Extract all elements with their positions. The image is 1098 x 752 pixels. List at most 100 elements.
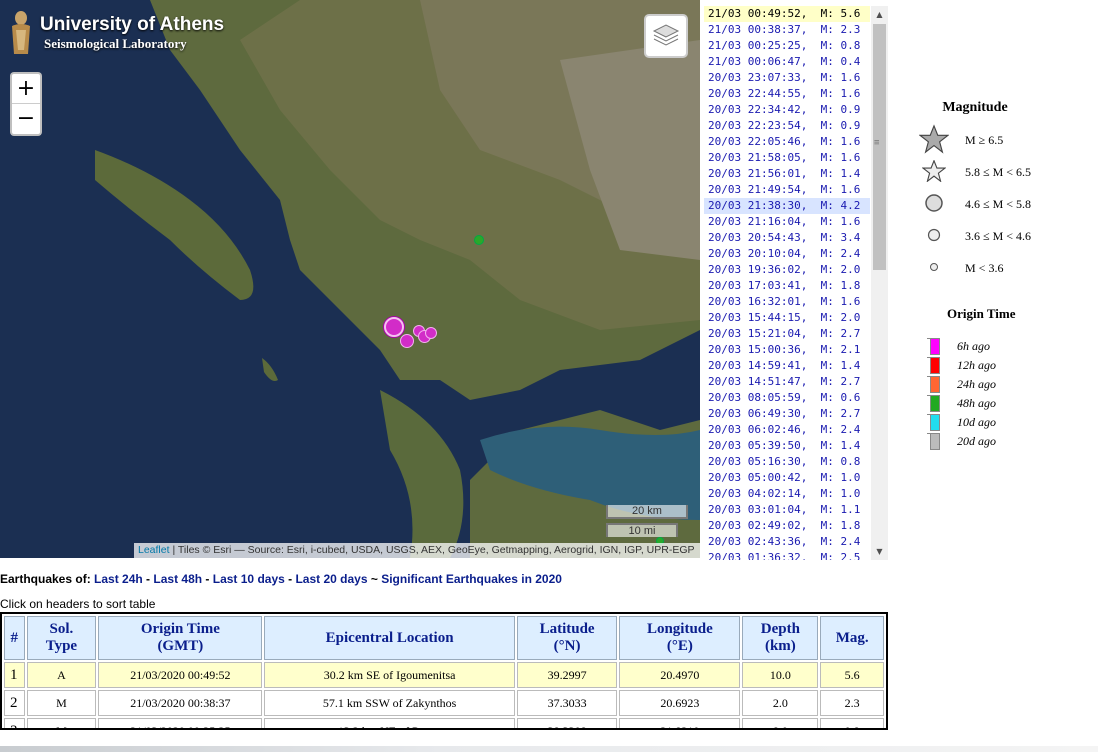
- scroll-down-arrow-icon[interactable]: ▼: [871, 543, 888, 560]
- event-list-item[interactable]: 20/03 22:34:42, M: 0.9: [704, 102, 870, 118]
- cell-sol-type: M: [26, 690, 97, 716]
- event-list-item[interactable]: 20/03 05:39:50, M: 1.4: [704, 438, 870, 454]
- event-list-item[interactable]: 20/03 22:23:54, M: 0.9: [704, 118, 870, 134]
- legend-row: M ≥ 6.5: [905, 124, 1095, 156]
- legend-label: 4.6 ≤ M < 5.8: [965, 197, 1032, 211]
- event-list-item[interactable]: 20/03 06:49:30, M: 2.7: [704, 406, 870, 422]
- event-list-item[interactable]: 20/03 05:16:30, M: 0.8: [704, 454, 870, 470]
- origin-color-swatch: [927, 357, 940, 374]
- university-logo[interactable]: University of Athens Seismological Labor…: [8, 10, 224, 56]
- cell-depth: 10.0: [742, 662, 819, 688]
- layers-button[interactable]: [644, 14, 688, 58]
- event-list-item[interactable]: 21/03 00:25:25, M: 0.8: [704, 38, 870, 54]
- legend-label: M ≥ 6.5: [965, 133, 1004, 147]
- cell-depth: 2.0: [742, 690, 819, 716]
- header-sol-type[interactable]: Sol. Type: [26, 616, 97, 660]
- cell-latitude: 37.3033: [516, 690, 618, 716]
- event-list-item[interactable]: 20/03 03:01:04, M: 1.1: [704, 502, 870, 518]
- map-view[interactable]: University of Athens Seismological Labor…: [0, 0, 700, 558]
- event-list-item[interactable]: 20/03 15:21:04, M: 2.7: [704, 326, 870, 342]
- event-list-item[interactable]: 20/03 04:02:14, M: 1.0: [704, 486, 870, 502]
- scroll-up-arrow-icon[interactable]: ▲: [871, 6, 888, 23]
- event-list-item[interactable]: 20/03 16:32:01, M: 1.6: [704, 294, 870, 310]
- event-list-item[interactable]: 20/03 17:03:41, M: 1.8: [704, 278, 870, 294]
- legend-row: 4.6 ≤ M < 5.8: [905, 188, 1095, 220]
- quake-marker[interactable]: [425, 327, 437, 339]
- event-list-item[interactable]: 20/03 15:00:36, M: 2.1: [704, 342, 870, 358]
- event-list-item[interactable]: 20/03 05:00:42, M: 1.0: [704, 470, 870, 486]
- legend-row: 5.8 ≤ M < 6.5: [905, 156, 1095, 188]
- event-list-item[interactable]: 20/03 14:51:47, M: 2.7: [704, 374, 870, 390]
- cell-magnitude: 0.8: [820, 718, 884, 728]
- legend-row: 3.6 ≤ M < 4.6: [905, 220, 1095, 252]
- event-list-item[interactable]: 20/03 21:58:05, M: 1.6: [704, 150, 870, 166]
- cell-epicentral-location: 13.2 km NE of Patras: [264, 718, 515, 728]
- zoom-in-button[interactable]: +: [12, 74, 40, 104]
- quake-marker-green[interactable]: [474, 235, 484, 245]
- event-list-item[interactable]: 21/03 00:38:37, M: 2.3: [704, 22, 870, 38]
- event-list-item[interactable]: 20/03 23:07:33, M: 1.6: [704, 70, 870, 86]
- event-list-item[interactable]: 20/03 02:49:02, M: 1.8: [704, 518, 870, 534]
- scroll-grip-icon: ≡: [874, 138, 880, 148]
- logo-subtitle: Seismological Laboratory: [44, 36, 187, 51]
- scale-bar: 20 km 10 mi: [606, 505, 688, 537]
- origin-legend-row: 48h ago: [905, 393, 1095, 412]
- legend-origin-title: Origin Time: [947, 306, 1016, 321]
- event-list-item[interactable]: 20/03 20:10:04, M: 2.4: [704, 246, 870, 262]
- origin-legend-label: 20d ago: [957, 434, 996, 448]
- table-header-row: # Sol. Type Origin Time (GMT) Epicentral L…: [4, 616, 884, 660]
- quake-marker-main[interactable]: [384, 317, 404, 337]
- link-significant-2020[interactable]: Significant Earthquakes in 2020: [381, 572, 562, 586]
- event-list-item[interactable]: 20/03 02:43:36, M: 2.4: [704, 534, 870, 550]
- link-last-20-days[interactable]: Last 20 days: [295, 572, 367, 586]
- cell-row-num: 2: [4, 690, 25, 716]
- event-list-item[interactable]: 21/03 00:49:52, M: 5.6: [704, 6, 870, 22]
- header-depth[interactable]: Depth (km): [742, 616, 819, 660]
- cell-longitude: 20.4970: [619, 662, 741, 688]
- header-text: Origin Time: [140, 621, 220, 637]
- header-location[interactable]: Epicentral Location: [264, 616, 515, 660]
- event-list-item[interactable]: 20/03 08:05:59, M: 0.6: [704, 390, 870, 406]
- event-list-item[interactable]: 20/03 06:02:46, M: 2.4: [704, 422, 870, 438]
- header-latitude[interactable]: Latitude (°N): [516, 616, 618, 660]
- separator: ~: [367, 572, 382, 586]
- event-list-item[interactable]: 20/03 20:54:43, M: 3.4: [704, 230, 870, 246]
- link-last-10-days[interactable]: Last 10 days: [213, 572, 285, 586]
- header-origin-time[interactable]: Origin Time (GMT): [98, 616, 263, 660]
- origin-color-swatch: [927, 433, 940, 450]
- scale-km: 20 km: [606, 505, 688, 519]
- event-list-item[interactable]: 21/03 00:06:47, M: 0.4: [704, 54, 870, 70]
- quake-marker[interactable]: [400, 334, 414, 348]
- cell-sol-type: A: [26, 662, 97, 688]
- header-magnitude[interactable]: Mag.: [820, 616, 884, 660]
- leaflet-link[interactable]: Leaflet: [138, 544, 170, 556]
- event-list[interactable]: 21/03 00:49:52, M: 5.6 21/03 00:38:37, M:…: [704, 6, 888, 560]
- cell-magnitude: 2.3: [820, 690, 884, 716]
- header-text: (°N): [553, 638, 581, 654]
- table-row[interactable]: 3M21/03/2020 00:25:2513.2 km NE of Patra…: [4, 718, 884, 728]
- header-longitude[interactable]: Longitude (°E): [619, 616, 741, 660]
- cell-epicentral-location: 30.2 km SE of Igoumenitsa: [264, 662, 515, 688]
- link-last-48h[interactable]: Last 48h: [153, 572, 202, 586]
- event-list-item[interactable]: 20/03 21:16:04, M: 1.6: [704, 214, 870, 230]
- event-list-scrollbar[interactable]: ▲ ≡ ▼: [871, 6, 888, 560]
- period-prefix: Earthquakes of:: [0, 572, 95, 586]
- link-last-24h[interactable]: Last 24h: [94, 572, 143, 586]
- event-list-item[interactable]: 20/03 22:44:55, M: 1.6: [704, 86, 870, 102]
- event-list-item[interactable]: 20/03 14:59:41, M: 1.4: [704, 358, 870, 374]
- event-list-item[interactable]: 20/03 22:05:46, M: 1.6: [704, 134, 870, 150]
- event-list-item[interactable]: 20/03 19:36:02, M: 2.0: [704, 262, 870, 278]
- map-terrain: [95, 0, 700, 558]
- zoom-out-button[interactable]: −: [12, 104, 40, 134]
- scale-mi: 10 mi: [606, 523, 678, 537]
- event-list-item[interactable]: 20/03 21:56:01, M: 1.4: [704, 166, 870, 182]
- table-row[interactable]: 2 M 21/03/2020 00:38:37 57.1 km SSW of Zaky…: [4, 690, 884, 716]
- event-list-item[interactable]: 20/03 15:44:15, M: 2.0: [704, 310, 870, 326]
- event-list-item[interactable]: 20/03 21:49:54, M: 1.6: [704, 182, 870, 198]
- event-list-item[interactable]: 20/03 01:36:32, M: 2.5: [704, 550, 870, 560]
- header-num[interactable]: #: [4, 616, 25, 660]
- table-row[interactable]: 1 A 21/03/2020 00:49:52 30.2 km SE of Igoum…: [4, 662, 884, 688]
- cell-epicentral-location: 57.1 km SSW of Zakynthos: [264, 690, 515, 716]
- event-list-item[interactable]: 20/03 21:38:30, M: 4.2: [704, 198, 870, 214]
- header-text: Longitude: [646, 621, 713, 637]
